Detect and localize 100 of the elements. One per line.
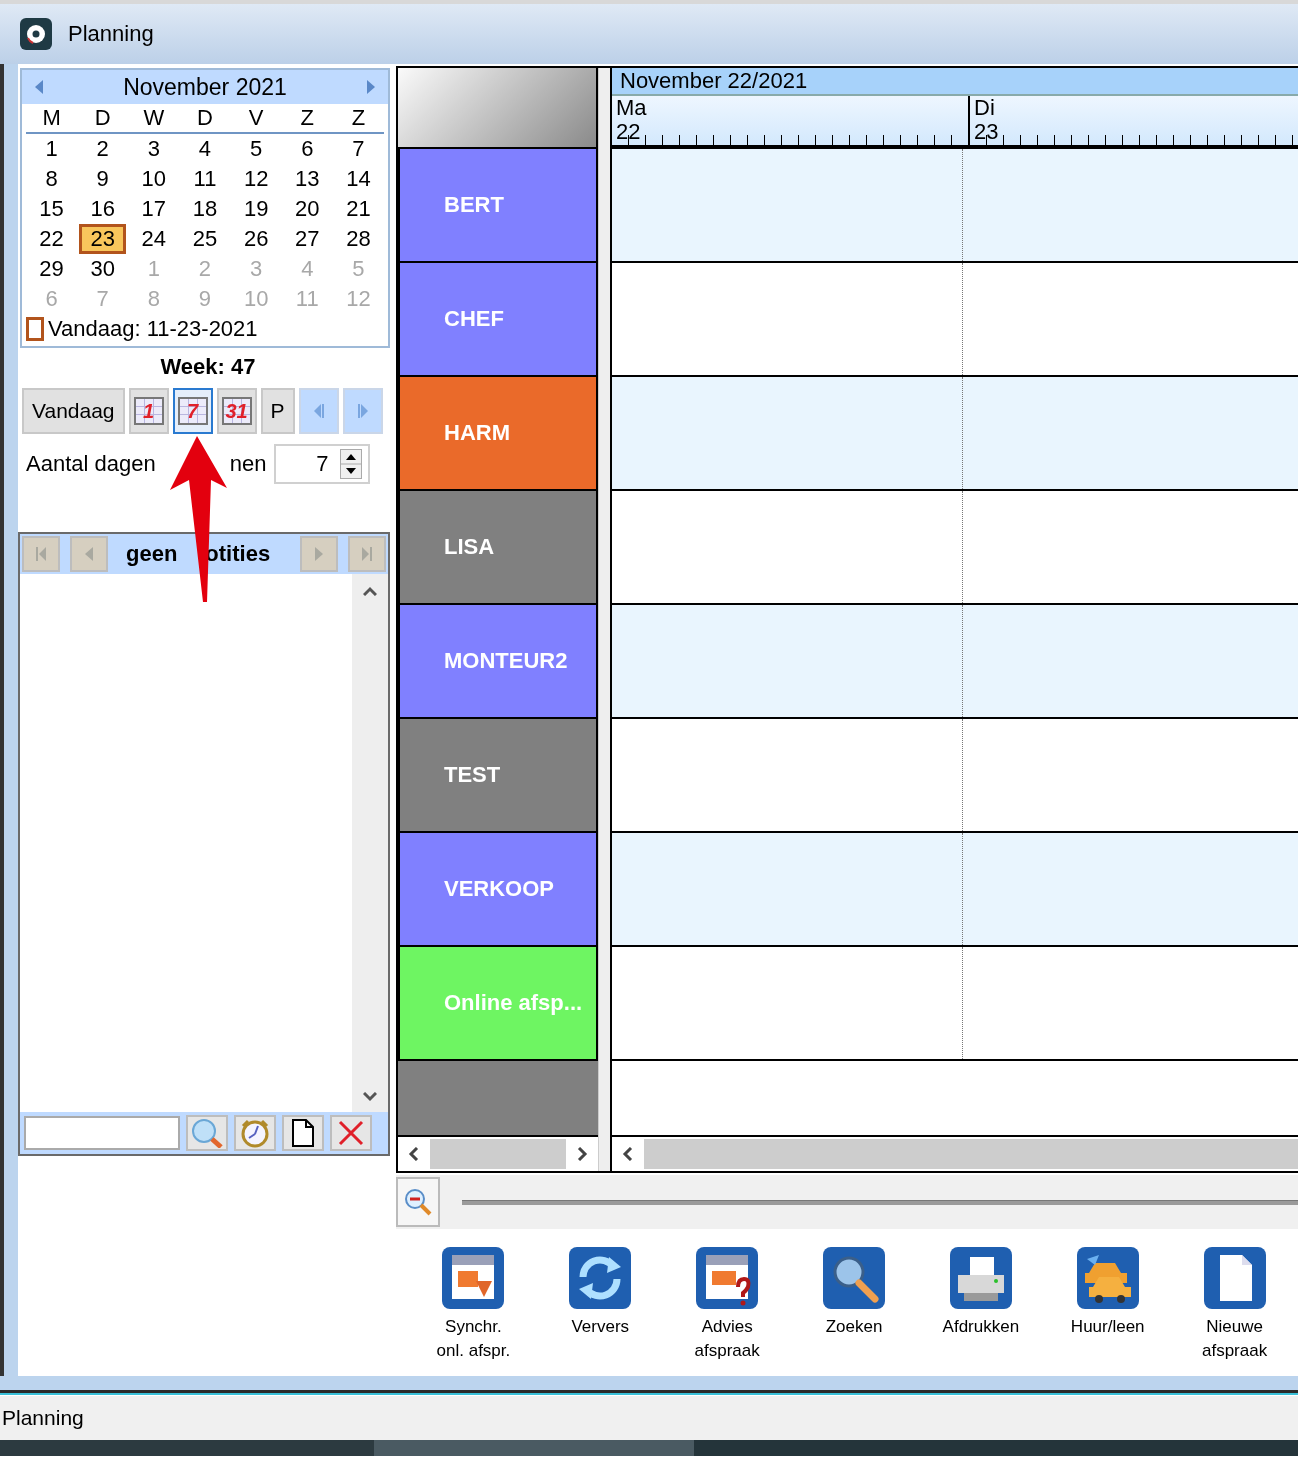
zoom-out-button[interactable] [396,1177,440,1227]
calendar-day[interactable]: 2 [79,134,127,164]
calendar-day[interactable]: 8 [28,164,76,194]
week-number: Week: 47 [160,353,256,381]
toolbar-label[interactable]: Advies afspraak [694,1315,760,1363]
weekday-label: M [26,104,78,134]
scroll-left-icon[interactable] [622,1147,634,1161]
print-icon[interactable] [949,1247,1012,1309]
skip-back-icon [34,546,48,562]
sync-icon[interactable] [442,1247,505,1309]
previous-button[interactable] [298,388,339,434]
toolbar-label[interactable]: Afdrukken [942,1315,1020,1339]
scroll-up-icon[interactable] [363,586,377,596]
splitter[interactable] [598,68,612,1171]
calendar-day[interactable]: 29 [28,254,76,284]
calendar-day[interactable]: 22 [28,224,76,254]
next-button[interactable] [342,388,383,434]
toolbar-label[interactable]: Nieuwe afspraak [1202,1315,1268,1363]
scrollbar[interactable] [352,574,388,1112]
view-button[interactable]: P [260,388,295,434]
skip-forward-icon [356,404,369,418]
weekday-label: Z [332,104,384,134]
alarm-button[interactable] [234,1115,276,1151]
calendar-day[interactable]: 10 [130,164,178,194]
toolbar-label[interactable]: Huur/leen [1070,1315,1145,1339]
resource-header[interactable]: LISA [398,491,598,605]
view-button[interactable]: Vandaag [22,388,125,434]
calendar-day[interactable]: 15 [28,194,76,224]
scroll-down-icon[interactable] [363,1092,377,1102]
horizontal-scrollbar[interactable] [612,1135,1298,1171]
view-button[interactable]: 31 [216,388,257,434]
search-icon [190,1118,224,1148]
calendar-day[interactable]: 23 [79,224,127,254]
calendar-day[interactable]: 7 [334,134,382,164]
scroll-right-icon[interactable] [576,1147,588,1161]
calendar-day[interactable]: 1 [28,134,76,164]
search-button[interactable] [186,1115,228,1151]
toolbar-label[interactable]: Zoeken [825,1315,883,1339]
skip-forward-icon [360,546,374,562]
calendar-day[interactable]: 17 [130,194,178,224]
calendar-day[interactable]: 30 [79,254,127,284]
days-to-show-label: Aantal dagen [26,451,156,477]
today-marker-icon [26,317,44,341]
calendar-day[interactable]: 3 [130,134,178,164]
calendar-day[interactable]: 11 [181,164,229,194]
page-icon [291,1118,315,1148]
notes-title: otities [205,541,271,567]
calendar-day[interactable]: 6 [283,134,331,164]
calendar-day[interactable]: 25 [181,224,229,254]
previous-button[interactable] [70,536,108,572]
calendar-day[interactable]: 16 [79,194,127,224]
horizontal-scrollbar[interactable] [398,1135,598,1171]
weekday-label: D [77,104,129,134]
previous-month-icon[interactable] [34,80,44,94]
day-date: 23 [974,120,999,144]
calendar-day[interactable]: 21 [334,194,382,224]
weekday-label: D [179,104,231,134]
zoom-out-icon [403,1187,433,1217]
calendar-day[interactable]: 13 [283,164,331,194]
toolbar-label[interactable]: Synchr. onl. afspr. [436,1315,511,1363]
day-date: 22 [616,120,641,144]
day-name: Ma [616,96,647,120]
weekday-label: Z [281,104,333,134]
scroll-left-icon[interactable] [408,1147,420,1161]
view-button[interactable]: 1 [128,388,169,434]
delete-button[interactable] [330,1115,372,1151]
date-header: November 22/2021 [612,68,1298,96]
cars-icon[interactable] [1076,1247,1139,1309]
search-icon[interactable] [823,1247,885,1309]
refresh-icon[interactable] [569,1247,632,1309]
calendar-day[interactable]: 4 [181,134,229,164]
calendar-day[interactable]: 5 [232,134,280,164]
first-button[interactable] [22,536,60,572]
next-month-icon[interactable] [366,80,376,94]
calendar-day[interactable]: 20 [283,194,331,224]
calendar-day[interactable]: 12 [232,164,280,194]
app-icon [20,18,52,50]
last-button[interactable] [348,536,386,572]
new-icon[interactable] [1203,1247,1266,1309]
spin-arrows-icon[interactable] [340,449,363,479]
calendar-day[interactable]: 26 [232,224,280,254]
calendar-day[interactable]: 18 [181,194,229,224]
skip-back-icon [312,404,325,418]
next-button[interactable] [300,536,338,572]
day-name: Di [974,96,995,120]
view-button[interactable]: 7 [172,388,213,434]
calendar-day[interactable]: 28 [334,224,382,254]
resource-header[interactable]: TEST [398,719,598,833]
calendar-day[interactable]: 9 [79,164,127,194]
calendar-day[interactable]: 19 [232,194,280,224]
window-title: Planning [68,21,154,47]
month-title: November 2021 [123,73,287,101]
calendar-day[interactable]: 24 [130,224,178,254]
calendar-day[interactable]: 27 [283,224,331,254]
today-link[interactable]: Vandaag: 11-23-2021 [48,316,258,342]
toolbar-label[interactable]: Ververs [571,1315,630,1339]
search-field[interactable] [24,1116,180,1150]
advice-icon[interactable] [696,1247,759,1309]
calendar-day[interactable]: 14 [334,164,382,194]
new-note-button[interactable] [282,1115,324,1151]
